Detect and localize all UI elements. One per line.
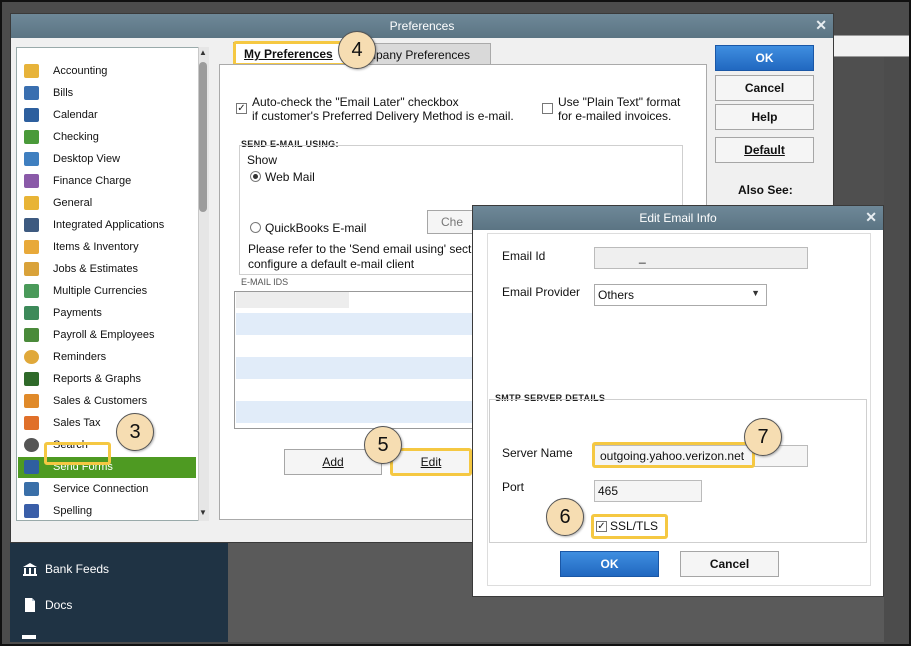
callout-7: 7 — [744, 418, 782, 456]
callout-5: 5 — [364, 426, 402, 464]
callout-6: 6 — [546, 498, 584, 536]
screenshot-frame — [0, 0, 911, 646]
callout-4: 4 — [338, 31, 376, 69]
callout-3: 3 — [116, 413, 154, 451]
